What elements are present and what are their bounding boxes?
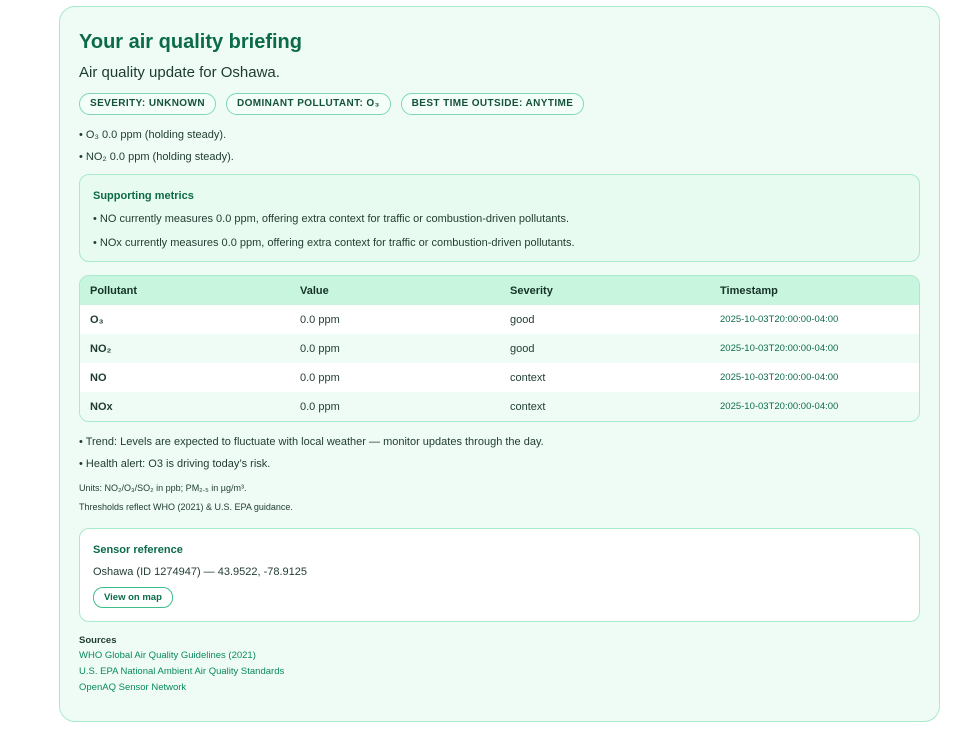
column-header-pollutant: Pollutant <box>80 276 290 305</box>
severity-cell: context <box>500 392 710 421</box>
value-cell: 0.0 ppm <box>290 392 500 421</box>
column-header-value: Value <box>290 276 500 305</box>
pollutant-cell: NO₂ <box>80 334 290 363</box>
units-notes: Units: NO₂/O₃/SO₂ in ppb; PM₂.₅ in µg/m³… <box>79 482 920 514</box>
severity-cell: good <box>510 313 535 326</box>
value-cell: 0.0 ppm <box>300 313 340 326</box>
table-row: NO₂ 0.0 ppm good 2025-10-03T20:00:00-04:… <box>80 334 919 363</box>
summary-bullet: • NO₂ 0.0 ppm (holding steady). <box>79 151 234 163</box>
dominant-pollutant-badge: DOMINANT POLLUTANT: O₃ <box>225 93 391 115</box>
severity-badge: SEVERITY: UNKNOWN <box>79 93 216 115</box>
supporting-metrics-panel: Supporting metrics • NO currently measur… <box>79 174 920 262</box>
timestamp-cell: 2025-10-03T20:00:00-04:00 <box>720 372 839 383</box>
table-row: O₃ 0.0 ppm good 2025-10-03T20:00:00-04:0… <box>80 305 919 334</box>
value-cell: 0.0 ppm <box>300 371 340 384</box>
supporting-metric-item: • NOx currently measures 0.0 ppm, offeri… <box>93 237 575 249</box>
best-time-badge: BEST TIME OUTSIDE: ANYTIME <box>400 93 585 115</box>
sensor-reference-title: Sensor reference <box>93 544 183 556</box>
column-header-timestamp: Timestamp <box>710 276 919 305</box>
supporting-metric-item: • NO currently measures 0.0 ppm, offerin… <box>93 213 570 225</box>
sensor-location: Oshawa (ID 1274947) — 43.9522, -78.9125 <box>93 566 308 578</box>
summary-bullets: • O₃ 0.0 ppm (holding steady). • NO₂ 0.0… <box>79 127 920 165</box>
briefing-subtitle: Air quality update for Oshawa. <box>79 64 280 81</box>
health-alert-note: • Health alert: O3 is driving today’s ri… <box>79 458 271 470</box>
severity-cell: context <box>510 371 546 384</box>
severity-cell: good <box>500 334 710 363</box>
view-on-map-button[interactable]: View on map <box>93 587 173 608</box>
pollutant-table: Pollutant Value Severity Timestamp O₃ 0.… <box>79 275 920 422</box>
value-cell: 0.0 ppm <box>290 334 500 363</box>
badge-row: SEVERITY: UNKNOWN DOMINANT POLLUTANT: O₃… <box>79 93 920 115</box>
table-row: NOx 0.0 ppm context 2025-10-03T20:00:00-… <box>80 392 919 421</box>
table-header-row: Pollutant Value Severity Timestamp <box>80 276 919 305</box>
source-link-epa[interactable]: U.S. EPA National Ambient Air Quality St… <box>79 664 920 680</box>
summary-bullet: • O₃ 0.0 ppm (holding steady). <box>79 129 227 141</box>
units-line: Units: NO₂/O₃/SO₂ in ppb; PM₂.₅ in µg/m³… <box>79 483 247 493</box>
source-link-openaq[interactable]: OpenAQ Sensor Network <box>79 680 920 696</box>
pollutant-cell: NO <box>90 371 107 384</box>
trend-notes: • Trend: Levels are expected to fluctuat… <box>79 434 920 472</box>
timestamp-cell: 2025-10-03T20:00:00-04:00 <box>710 334 919 363</box>
timestamp-cell: 2025-10-03T20:00:00-04:00 <box>710 392 919 421</box>
briefing-title: Your air quality briefing <box>79 31 302 53</box>
pollutant-cell: NOx <box>80 392 290 421</box>
trend-note: • Trend: Levels are expected to fluctuat… <box>79 436 544 448</box>
supporting-metrics-title: Supporting metrics <box>93 190 194 202</box>
table-row: NO 0.0 ppm context 2025-10-03T20:00:00-0… <box>80 363 919 392</box>
column-header-severity: Severity <box>500 276 710 305</box>
thresholds-line: Thresholds reflect WHO (2021) & U.S. EPA… <box>79 502 293 512</box>
sources-title: Sources <box>79 635 117 646</box>
source-link-who[interactable]: WHO Global Air Quality Guidelines (2021) <box>79 648 920 664</box>
pollutant-cell: O₃ <box>90 313 104 326</box>
briefing-card: Your air quality briefing Air quality up… <box>59 6 940 722</box>
timestamp-cell: 2025-10-03T20:00:00-04:00 <box>720 314 839 325</box>
sensor-reference-panel: Sensor reference Oshawa (ID 1274947) — 4… <box>79 528 920 622</box>
sources-section: Sources WHO Global Air Quality Guideline… <box>79 634 920 696</box>
